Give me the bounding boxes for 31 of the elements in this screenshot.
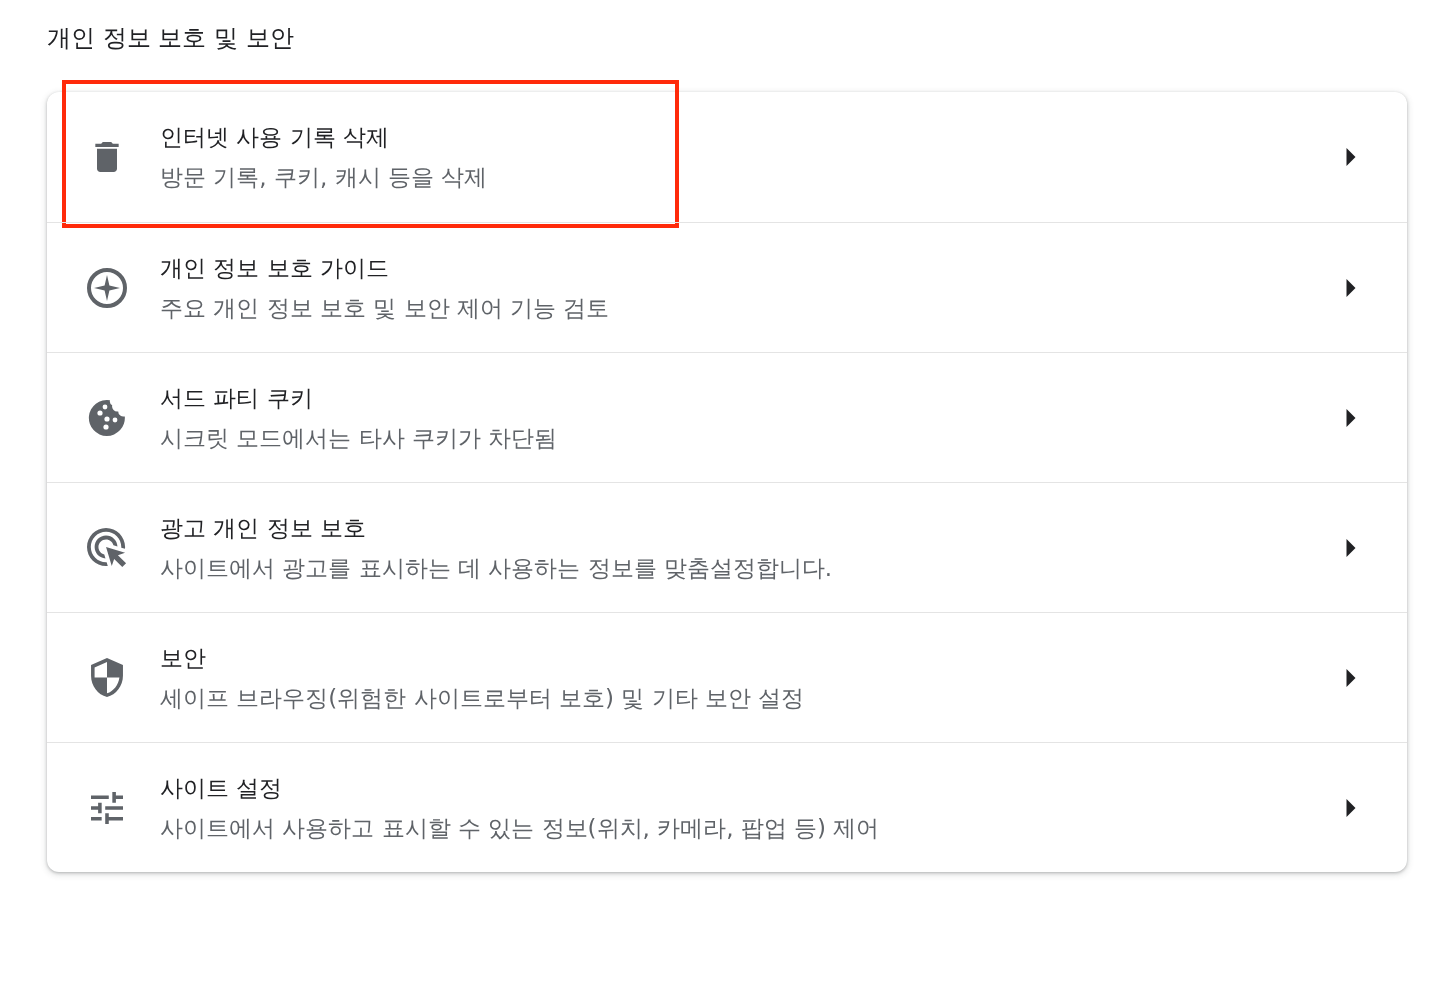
setting-description: 사이트에서 광고를 표시하는 데 사용하는 정보를 맞춤설정합니다. (160, 553, 833, 583)
setting-description: 주요 개인 정보 보호 및 보안 제어 기능 검토 (160, 293, 610, 323)
setting-description: 시크릿 모드에서는 타사 쿠키가 차단됨 (160, 423, 558, 453)
settings-row[interactable]: 사이트 설정 사이트에서 사용하고 표시할 수 있는 정보(위치, 카메라, 팝업 등) 제어 (47, 742, 1407, 872)
setting-title: 광고 개인 정보 보호 (160, 513, 366, 543)
setting-title: 서드 파티 쿠키 (160, 383, 313, 413)
cookie-icon (87, 397, 127, 438)
arrow-right-icon (1346, 798, 1356, 817)
arrow-right-icon (1346, 668, 1356, 687)
arrow-right-icon (1346, 278, 1356, 297)
trash-icon (95, 142, 119, 172)
compass-icon (87, 267, 127, 308)
settings-row[interactable]: 개인 정보 보호 가이드 주요 개인 정보 보호 및 보안 제어 기능 검토 (47, 222, 1407, 352)
setting-title: 인터넷 사용 기록 삭제 (160, 123, 389, 152)
setting-description: 사이트에서 사용하고 표시할 수 있는 정보(위치, 카메라, 팝업 등) 제어 (160, 813, 880, 843)
target-cursor-icon (87, 527, 127, 568)
settings-row[interactable]: 보안 세이프 브라우징(위험한 사이트로부터 보호) 및 기타 보안 설정 (47, 612, 1407, 742)
arrow-right-icon (1346, 408, 1356, 427)
settings-row[interactable]: 광고 개인 정보 보호 사이트에서 광고를 표시하는 데 사용하는 정보를 맞춤설정합니다. (47, 482, 1407, 612)
arrow-right-icon (1346, 538, 1356, 557)
shield-icon (91, 658, 123, 697)
sliders-icon (91, 791, 123, 824)
settings-row[interactable]: 인터넷 사용 기록 삭제 방문 기록, 쿠키, 캐시 등을 삭제 (47, 92, 1407, 222)
setting-title: 개인 정보 보호 가이드 (160, 253, 389, 283)
setting-description: 세이프 브라우징(위험한 사이트로부터 보호) 및 기타 보안 설정 (160, 683, 805, 713)
section-title: 개인 정보 보호 및 보안 (47, 23, 295, 54)
arrow-right-icon (1346, 148, 1356, 166)
setting-title: 사이트 설정 (160, 773, 283, 803)
setting-description: 방문 기록, 쿠키, 캐시 등을 삭제 (160, 163, 488, 192)
setting-title: 보안 (160, 643, 206, 673)
settings-row[interactable]: 서드 파티 쿠키 시크릿 모드에서는 타사 쿠키가 차단됨 (47, 352, 1407, 482)
